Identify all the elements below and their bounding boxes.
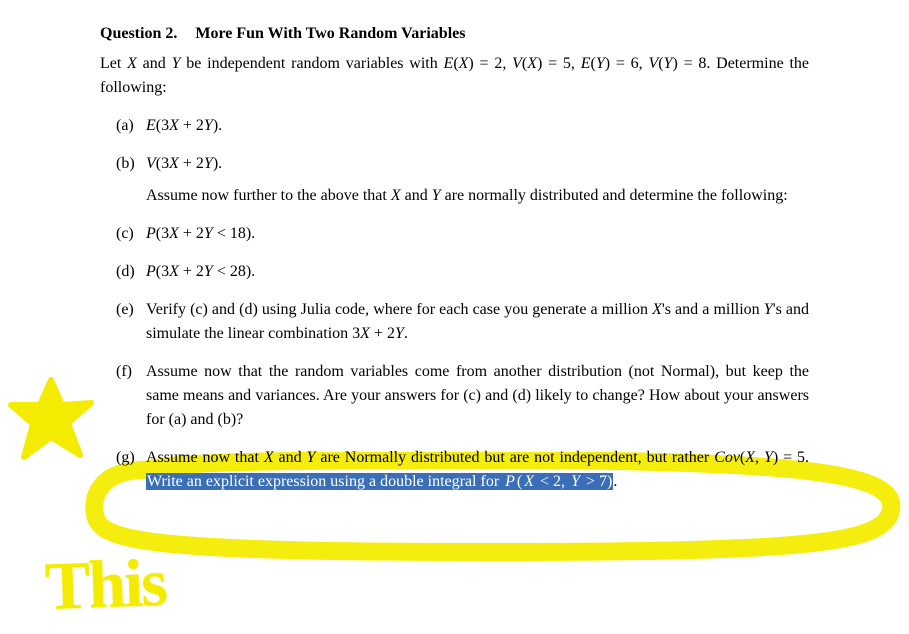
part-marker: (c): [116, 222, 146, 246]
question-intro: Let X and Y be independent random variab…: [100, 52, 809, 100]
part-body: Assume now that the random variables com…: [146, 360, 809, 432]
part-marker: (e): [116, 298, 146, 346]
question-part: (c)P(3X + 2Y < 18).: [116, 222, 809, 246]
question-title: More Fun With Two Random Variables: [195, 25, 465, 42]
question-part: (a)E(3X + 2Y).: [116, 114, 809, 138]
part-body: P(3X + 2Y < 18).: [146, 222, 809, 246]
handwritten-annotation: This: [44, 543, 167, 626]
question-number: Question 2.: [100, 25, 177, 42]
question-parts-list: (a)E(3X + 2Y).(b)V(3X + 2Y).Assume now f…: [100, 114, 809, 494]
part-marker: (g): [116, 446, 146, 494]
question-part: (f)Assume now that the random variables …: [116, 360, 809, 432]
part-body: P(3X + 2Y < 28).: [146, 260, 809, 284]
part-subnote: Assume now further to the above that X a…: [146, 184, 809, 208]
part-marker: (b): [116, 152, 146, 208]
document-page: Question 2. More Fun With Two Random Var…: [0, 0, 909, 514]
part-marker: (f): [116, 360, 146, 432]
question-header: Question 2. More Fun With Two Random Var…: [100, 22, 809, 46]
question-part: (g)Assume now that X and Y are Normally …: [116, 446, 809, 494]
part-marker: (d): [116, 260, 146, 284]
part-body: E(3X + 2Y).: [146, 114, 809, 138]
part-body: V(3X + 2Y).Assume now further to the abo…: [146, 152, 809, 208]
part-body: Verify (c) and (d) using Julia code, whe…: [146, 298, 809, 346]
question-part: (b)V(3X + 2Y).Assume now further to the …: [116, 152, 809, 208]
part-body: Assume now that X and Y are Normally dis…: [146, 446, 809, 494]
question-part: (e)Verify (c) and (d) using Julia code, …: [116, 298, 809, 346]
part-marker: (a): [116, 114, 146, 138]
question-part: (d)P(3X + 2Y < 28).: [116, 260, 809, 284]
